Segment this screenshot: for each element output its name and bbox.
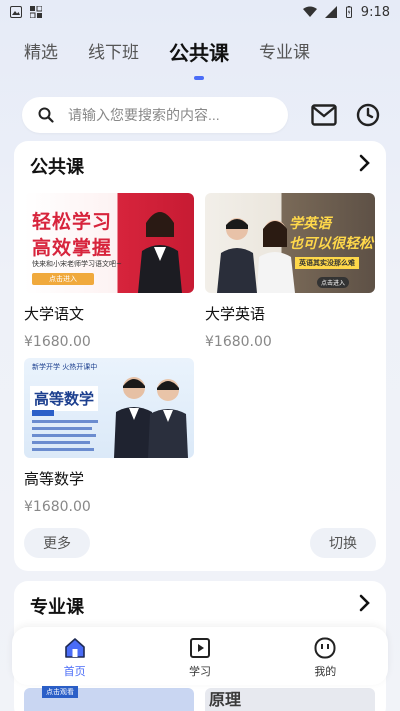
thumbnail-title: 轻松学习 xyxy=(32,211,113,233)
course-thumbnail: 学英语 也可以很轻松 英语其实没那么难 点击进入 xyxy=(205,193,375,293)
search-icon xyxy=(38,107,54,123)
tab-major-course[interactable]: 专业课 xyxy=(259,38,310,68)
thumbnail-title: 也可以很轻松 xyxy=(289,236,373,252)
teacher-photo xyxy=(138,212,182,293)
play-icon xyxy=(189,638,210,658)
course-price: ¥1680.00 xyxy=(24,334,91,350)
thumbnail-title: 高等数学 xyxy=(30,386,99,411)
thumbnail-bullets xyxy=(32,410,98,451)
search-box[interactable] xyxy=(22,97,288,133)
nav-home[interactable]: 首页 xyxy=(12,627,137,685)
course-price: ¥1680.00 xyxy=(205,334,272,350)
top-tabs: 精选 线下班 公共课 专业课 xyxy=(0,38,400,84)
section-title: 公共课 xyxy=(30,157,84,178)
nav-label: 我的 xyxy=(314,665,337,678)
gallery-icon xyxy=(10,6,22,18)
course-card-chinese[interactable]: 轻松学习 高效掌握 快来和小宋老师学习语文吧~ 点击进入 大学语文 ¥1680.… xyxy=(24,193,194,350)
status-bar: 9:18 xyxy=(0,0,400,24)
course-thumbnail[interactable]: 原理 xyxy=(205,688,375,711)
status-time: 9:18 xyxy=(360,4,390,20)
grid-icon xyxy=(30,6,42,18)
face-icon xyxy=(314,637,336,659)
course-name: 大学语文 xyxy=(24,305,85,323)
nav-mine[interactable]: 我的 xyxy=(263,627,388,685)
course-thumbnail: 轻松学习 高效掌握 快来和小宋老师学习语文吧~ 点击进入 xyxy=(24,193,194,293)
thumbnail-caption: 快来和小宋老师学习语文吧~ xyxy=(32,260,122,268)
teacher-photo xyxy=(114,377,188,458)
wifi-icon xyxy=(302,6,317,17)
thumbnail-title: 原理 xyxy=(209,690,242,709)
thumbnail-button: 点击进入 xyxy=(32,273,94,285)
thumbnail-button: 点击进入 xyxy=(317,277,350,288)
thumbnail-title: 高效掌握 xyxy=(32,237,113,259)
battery-icon xyxy=(345,6,352,18)
tab-featured[interactable]: 精选 xyxy=(24,38,58,68)
home-icon xyxy=(64,638,85,658)
thumbnail-button: 点击观看 xyxy=(42,686,78,698)
mail-icon xyxy=(311,104,337,126)
chevron-right-icon[interactable] xyxy=(354,153,374,173)
search-row xyxy=(22,97,382,133)
course-card-english[interactable]: 学英语 也可以很轻松 英语其实没那么难 点击进入 大学英语 ¥1680.00 xyxy=(205,193,375,350)
course-name: 高等数学 xyxy=(24,470,85,488)
search-input[interactable] xyxy=(68,107,258,123)
course-card-math[interactable]: 新学开学 火热开课中 高等数学 高等数学 ¥1680.00 xyxy=(24,358,194,515)
course-name: 大学英语 xyxy=(205,305,266,323)
course-price: ¥1680.00 xyxy=(24,499,91,515)
public-course-card: 公共课 轻松学习 高效掌握 快来和小宋老师学习语文吧~ 点击进入 大学语文 ¥1… xyxy=(14,141,386,571)
bottom-navigation: 首页 学习 我的 xyxy=(12,627,388,685)
course-thumbnail: 新学开学 火热开课中 高等数学 xyxy=(24,358,194,458)
nav-label: 首页 xyxy=(63,665,86,678)
nav-label: 学习 xyxy=(188,665,211,678)
more-button[interactable]: 更多 xyxy=(24,528,90,558)
thumbnail-caption: 新学开学 火热开课中 xyxy=(32,363,98,371)
thumbnail-caption: 英语其实没那么难 xyxy=(295,257,359,269)
teacher-photo xyxy=(217,218,295,293)
clock-icon xyxy=(356,103,380,127)
history-button[interactable] xyxy=(354,101,382,129)
thumbnail-title: 学英语 xyxy=(289,216,331,232)
tab-public-course[interactable]: 公共课 xyxy=(169,38,229,68)
course-thumbnail[interactable]: 点击观看 xyxy=(24,686,194,711)
message-button[interactable] xyxy=(310,101,338,129)
section-title: 专业课 xyxy=(30,597,84,618)
chevron-right-icon[interactable] xyxy=(354,593,374,613)
tab-offline-class[interactable]: 线下班 xyxy=(88,38,139,68)
signal-icon xyxy=(324,6,337,18)
nav-study[interactable]: 学习 xyxy=(137,627,262,685)
switch-button[interactable]: 切换 xyxy=(310,528,376,558)
